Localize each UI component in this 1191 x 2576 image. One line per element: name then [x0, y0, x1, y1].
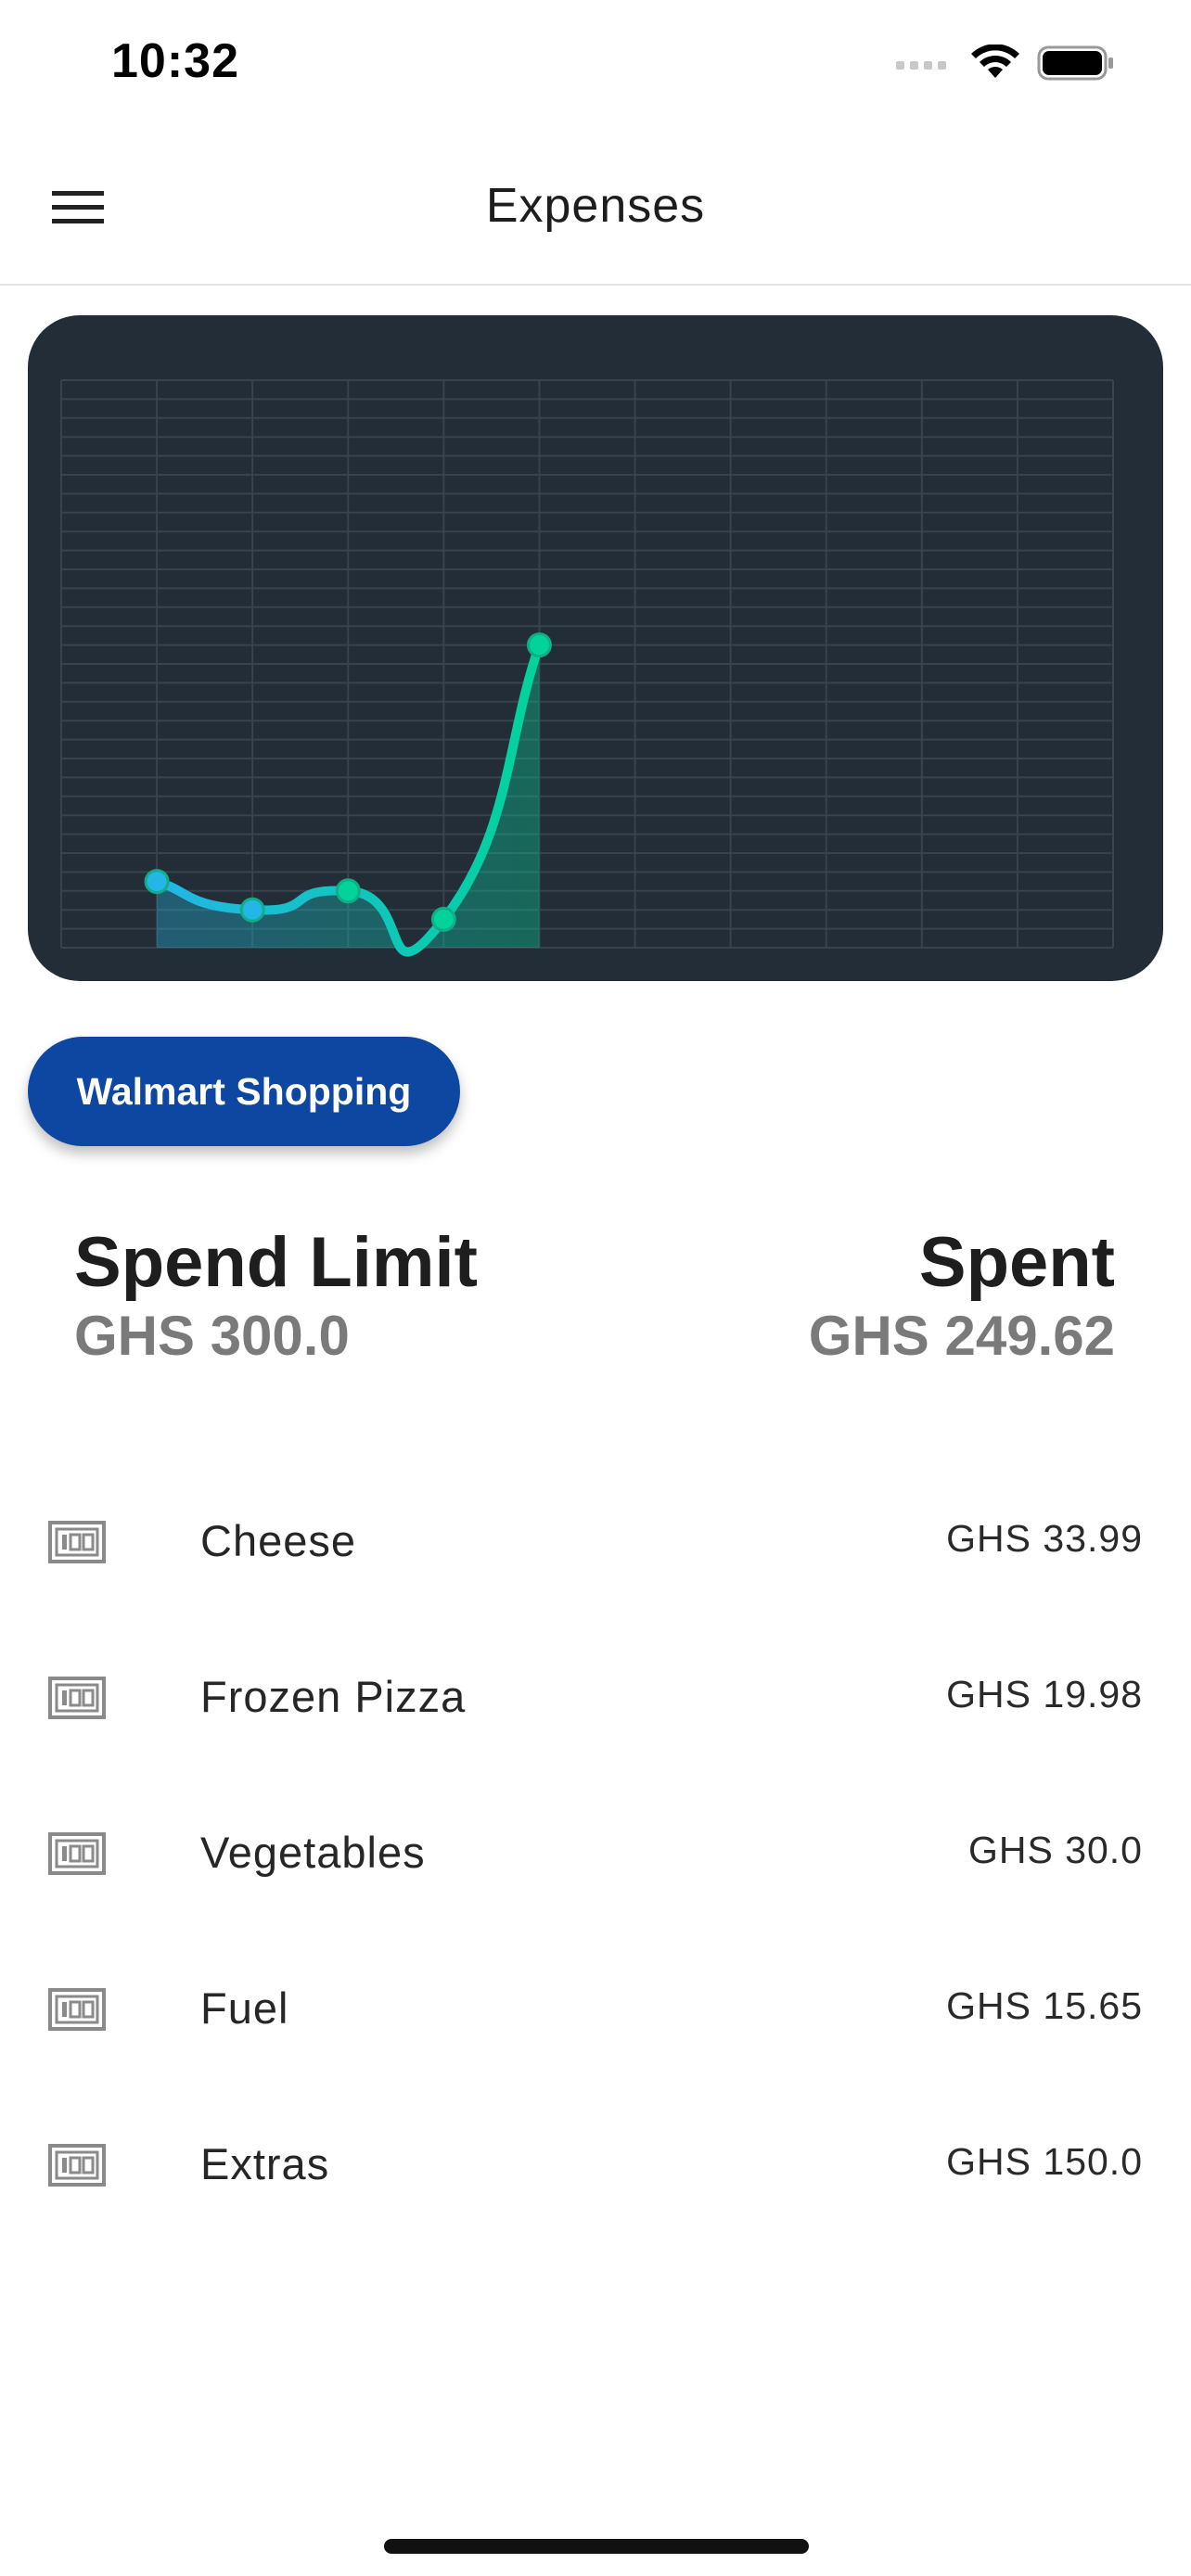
expense-amount: GHS 19.98	[946, 1673, 1143, 1715]
expense-amount: GHS 30.0	[967, 1829, 1143, 1871]
spent-summary: Spent GHS 249.62	[809, 1222, 1115, 1369]
budget-category-chip[interactable]: Walmart Shopping	[28, 1037, 460, 1146]
status-icons	[896, 45, 1115, 82]
spend-limit-value: GHS 300.0	[74, 1305, 350, 1367]
expense-amount: GHS 150.0	[946, 2140, 1143, 2183]
expense-row-fuel[interactable]: Fuel GHS 15.65	[0, 1936, 1191, 2092]
money-100-icon	[48, 1832, 106, 1875]
chart-point	[430, 906, 456, 932]
spend-limit-label: Spend Limit	[74, 1223, 478, 1302]
spent-label: Spent	[918, 1223, 1115, 1302]
expense-row-frozen-pizza[interactable]: Frozen Pizza GHS 19.98	[0, 1625, 1191, 1780]
wifi-icon	[971, 45, 1019, 78]
money-100-icon	[48, 1521, 106, 1563]
expense-name: Cheese	[200, 1516, 356, 1565]
expense-chart	[28, 315, 1163, 981]
line-chart-svg	[60, 379, 1114, 957]
spent-value: GHS 249.62	[808, 1305, 1115, 1367]
expense-name: Frozen Pizza	[200, 1672, 467, 1721]
expense-row-extras[interactable]: Extras GHS 150.0	[0, 2092, 1191, 2248]
expense-amount: GHS 15.65	[946, 1984, 1143, 2027]
expense-name: Vegetables	[200, 1828, 426, 1877]
money-100-icon	[48, 1988, 106, 2031]
chart-point	[526, 632, 552, 658]
expense-row-vegetables[interactable]: Vegetables GHS 30.0	[0, 1780, 1191, 1936]
chart-point	[335, 878, 361, 904]
chart-point	[144, 869, 170, 895]
expense-name: Fuel	[200, 1983, 289, 2033]
expense-row-cheese[interactable]: Cheese GHS 33.99	[0, 1469, 1191, 1625]
money-100-icon	[48, 2144, 106, 2187]
battery-icon	[1037, 45, 1113, 81]
app-bar: Expenses	[0, 130, 1191, 286]
page-title: Expenses	[485, 179, 706, 233]
status-time: 10:32	[111, 34, 239, 88]
cellular-signal-icon	[896, 61, 946, 70]
expense-amount: GHS 33.99	[946, 1517, 1143, 1560]
spend-limit-summary: Spend Limit GHS 300.0	[74, 1222, 478, 1369]
status-bar: 10:32	[0, 0, 1191, 130]
chart-point	[239, 897, 265, 923]
money-100-icon	[48, 1677, 106, 1719]
home-indicator	[384, 2539, 809, 2554]
expense-name: Extras	[200, 2139, 330, 2188]
